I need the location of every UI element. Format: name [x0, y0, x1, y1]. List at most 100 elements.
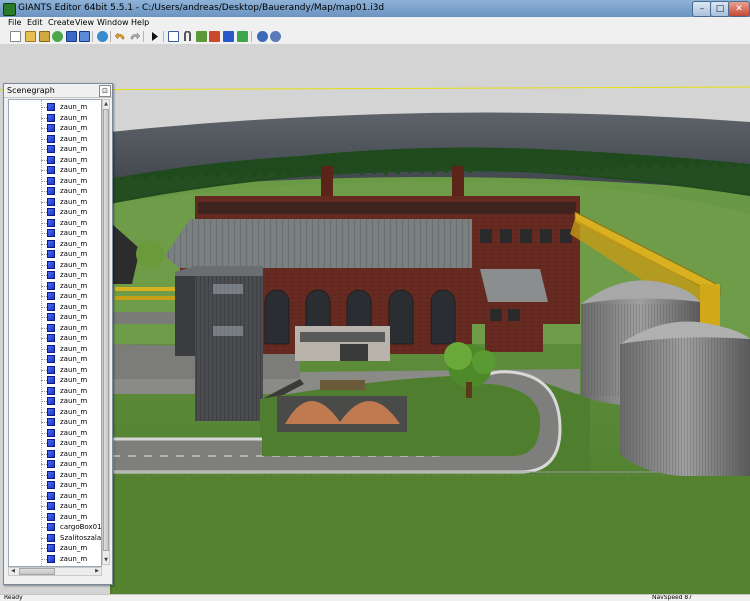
scenegraph-item[interactable]: zaun_m [9, 102, 101, 112]
scroll-down-icon[interactable]: ▼ [103, 556, 109, 564]
scenegraph-item-label: zaun_m [60, 124, 88, 132]
scenegraph-item[interactable]: zaun_m [9, 396, 101, 406]
minimize-button[interactable]: – [692, 1, 712, 17]
scroll-up-icon[interactable]: ▲ [103, 100, 109, 108]
scenegraph-item[interactable]: zaun_m [9, 459, 101, 469]
menu-create[interactable]: Create [48, 17, 75, 29]
scenegraph-item[interactable]: zaun_m [9, 365, 101, 375]
settings-icon[interactable] [257, 31, 268, 42]
shape-node-icon [47, 103, 55, 111]
scenegraph-item[interactable]: zaun_m [9, 501, 101, 511]
scenegraph-item[interactable]: zaun_m [9, 186, 101, 196]
menu-view[interactable]: View [75, 17, 94, 29]
scenegraph-item[interactable]: zaun_m [9, 375, 101, 385]
menu-edit[interactable]: Edit [27, 17, 43, 29]
move-tool-icon[interactable] [182, 30, 193, 42]
scenegraph-item[interactable]: zaun_m [9, 543, 101, 553]
scenegraph-item-label: zaun_m [60, 481, 88, 489]
shape-node-icon [47, 334, 55, 342]
panel-float-button[interactable]: ⊡ [99, 85, 111, 97]
object-paint-icon[interactable] [223, 31, 234, 42]
scenegraph-tree[interactable]: zaun_m zaun_m zaun_m zaun_m zaun_m zaun_m zaun… [8, 99, 102, 567]
scenegraph-item[interactable]: zaun_m [9, 354, 101, 364]
scenegraph-item[interactable]: zaun_m [9, 407, 101, 417]
scenegraph-item[interactable]: zaun_m [9, 281, 101, 291]
scenegraph-item[interactable]: zaun_m [9, 470, 101, 480]
refresh-icon[interactable] [97, 31, 108, 42]
scenegraph-item-label: zaun_m [60, 218, 88, 227]
scenegraph-item-label: zaun_m [60, 145, 88, 153]
scenegraph-item[interactable]: zaun_m [9, 207, 101, 217]
foliage-paint-icon[interactable] [209, 31, 220, 42]
shape-node-icon [47, 302, 55, 311]
scenegraph-item[interactable]: zaun_m [9, 270, 101, 280]
toolbar [0, 29, 750, 45]
scenegraph-item[interactable]: zaun_m [9, 239, 101, 249]
scenegraph-item[interactable]: zaun_m [9, 449, 101, 459]
horizontal-scroll-thumb[interactable] [19, 568, 55, 575]
shape-node-icon [47, 554, 55, 563]
scenegraph-item[interactable]: zaun_m [9, 228, 101, 238]
new-file-icon[interactable] [10, 31, 21, 42]
menu-window[interactable]: Window [97, 17, 129, 29]
scenegraph-item[interactable]: cargoBox01S0 [9, 522, 101, 532]
undo-icon[interactable] [114, 31, 126, 42]
scenegraph-item-label: zaun_m [60, 113, 88, 122]
scenegraph-item[interactable]: zaun_m [9, 260, 101, 270]
scenegraph-item[interactable]: zaun_m [9, 134, 101, 144]
snap-icon[interactable] [270, 31, 281, 42]
scenegraph-item[interactable]: zaun_m [9, 512, 101, 522]
scenegraph-item[interactable]: zaun_m [9, 438, 101, 448]
open-file-icon[interactable] [25, 31, 36, 42]
scenegraph-item-label: zaun_m [60, 491, 88, 500]
open-recent-icon[interactable] [39, 31, 50, 42]
scenegraph-item[interactable]: zaun_m [9, 480, 101, 490]
scenegraph-item-label: zaun_m [60, 260, 88, 269]
decal-icon[interactable] [237, 31, 248, 42]
select-tool-icon[interactable] [168, 31, 179, 42]
scenegraph-item[interactable]: Szalitoszalag [9, 533, 101, 543]
scroll-right-icon[interactable]: ▶ [93, 568, 101, 575]
scenegraph-item[interactable]: zaun_m [9, 291, 101, 301]
horizontal-scrollbar[interactable]: ◀ ▶ [8, 567, 102, 576]
save-icon[interactable] [66, 31, 77, 42]
save-as-icon[interactable] [79, 31, 90, 42]
vertical-scrollbar[interactable]: ▲ ▼ [102, 99, 110, 565]
scenegraph-item[interactable]: zaun_m [9, 417, 101, 427]
terrain-paint-icon[interactable] [196, 31, 207, 42]
scenegraph-item[interactable]: zaun_m [9, 218, 101, 228]
scenegraph-item[interactable]: zaun_m [9, 312, 101, 322]
scenegraph-item[interactable]: zaun_m [9, 155, 101, 165]
maximize-button[interactable]: □ [710, 1, 730, 17]
window-title: GIANTS Editor 64bit 5.5.1 - C:/Users/and… [18, 3, 385, 13]
shape-node-icon [47, 229, 55, 237]
scenegraph-item[interactable]: zaun_m [9, 123, 101, 133]
scenegraph-item[interactable]: zaun_m [9, 165, 101, 175]
scenegraph-item[interactable]: zaun_m [9, 491, 101, 501]
scenegraph-item[interactable]: zaun_m [9, 386, 101, 396]
scenegraph-item[interactable]: zaun_m [9, 176, 101, 186]
scenegraph-item-label: zaun_m [60, 502, 88, 510]
scenegraph-item[interactable]: zaun_m [9, 344, 101, 354]
scenegraph-item[interactable]: zaun_m [9, 113, 101, 123]
shape-node-icon [47, 439, 55, 447]
redo-icon[interactable] [129, 31, 141, 42]
scenegraph-item[interactable]: zaun_m [9, 333, 101, 343]
scenegraph-item[interactable]: zaun_m [9, 302, 101, 312]
scenegraph-item[interactable]: zaun_m [9, 249, 101, 259]
shape-node-icon [47, 260, 55, 269]
scenegraph-item[interactable]: zaun_m [9, 323, 101, 333]
play-icon[interactable] [149, 31, 160, 42]
scenegraph-item[interactable]: zaun_m [9, 428, 101, 438]
vertical-scroll-thumb[interactable] [103, 109, 109, 551]
close-button[interactable]: ✕ [728, 1, 750, 17]
scroll-left-icon[interactable]: ◀ [9, 568, 17, 575]
scenegraph-item[interactable]: zaun_m [9, 554, 101, 564]
scenegraph-item[interactable]: zaun_m [9, 144, 101, 154]
shape-node-icon [47, 386, 55, 395]
reload-icon[interactable] [52, 31, 63, 42]
menu-help[interactable]: Help [131, 17, 149, 29]
scenegraph-item-label: Szalitoszalag [60, 533, 102, 542]
scenegraph-item[interactable]: zaun_m [9, 197, 101, 207]
menu-file[interactable]: File [8, 17, 21, 29]
